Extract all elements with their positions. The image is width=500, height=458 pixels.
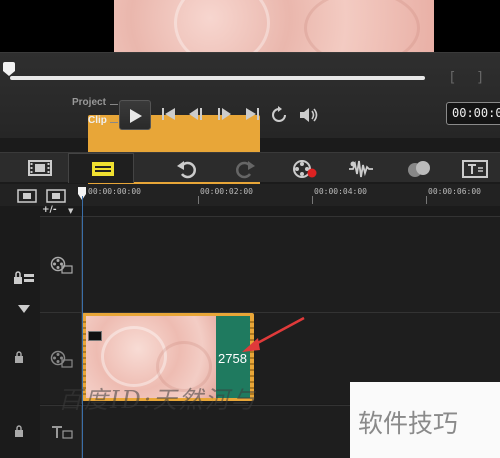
view-toolbar bbox=[0, 152, 500, 183]
timeline-ruler[interactable]: 00:00:00:00 00:00:02:00 00:00:04:00 00:0… bbox=[0, 184, 500, 206]
next-frame-button[interactable] bbox=[214, 106, 234, 124]
redo-button[interactable] bbox=[230, 153, 260, 183]
scrub-bar[interactable] bbox=[10, 76, 425, 80]
transitions-button[interactable] bbox=[404, 153, 434, 183]
step-forward-icon bbox=[218, 108, 231, 120]
undo-button[interactable] bbox=[172, 153, 202, 183]
repeat-button[interactable] bbox=[270, 106, 290, 124]
record-capture-button[interactable] bbox=[290, 153, 320, 183]
overlay-lock-icon[interactable] bbox=[14, 348, 24, 367]
undo-icon bbox=[177, 161, 196, 179]
video-track-header[interactable] bbox=[40, 217, 82, 312]
clip-type-badge bbox=[88, 331, 102, 341]
ruler-tick bbox=[426, 196, 427, 204]
audio-wave-icon bbox=[349, 160, 373, 178]
ruler-label: 00:00:06:00 bbox=[428, 187, 481, 196]
mode-connector bbox=[110, 122, 118, 123]
lock-all-icon[interactable] bbox=[13, 270, 35, 289]
title-track-icon bbox=[52, 426, 73, 439]
skip-end-icon bbox=[246, 108, 259, 120]
track-manager-icon[interactable] bbox=[17, 188, 37, 207]
ruler-ticks: 00:00:00:00 00:00:02:00 00:00:04:00 00:0… bbox=[82, 184, 500, 206]
project-mode-label[interactable]: Project bbox=[72, 97, 106, 108]
play-button[interactable] bbox=[119, 100, 151, 130]
play-icon bbox=[130, 109, 142, 123]
film-strip-icon bbox=[28, 160, 52, 176]
lock-icon bbox=[15, 351, 23, 363]
film-strip-icon bbox=[17, 189, 37, 203]
preview-window bbox=[0, 0, 500, 52]
volume-button[interactable] bbox=[298, 106, 318, 124]
video-track-icon bbox=[50, 256, 73, 274]
step-back-icon bbox=[189, 108, 202, 120]
title-text-icon bbox=[462, 160, 488, 178]
home-button[interactable] bbox=[160, 106, 180, 124]
redo-icon bbox=[236, 161, 255, 179]
video-track bbox=[40, 216, 500, 312]
expand-tracks-icon[interactable] bbox=[18, 298, 30, 317]
add-remove-dropdown-icon[interactable]: ▼ bbox=[68, 207, 73, 215]
skip-start-icon bbox=[162, 108, 175, 120]
ruler-label: 00:00:00:00 bbox=[88, 187, 141, 196]
watermark-badge-text: 软件技巧 bbox=[358, 409, 459, 438]
sound-mixer-button[interactable] bbox=[346, 153, 376, 183]
overlap-circles-icon bbox=[408, 161, 430, 177]
mark-out-bracket[interactable]: ] bbox=[476, 70, 484, 86]
previous-frame-button[interactable] bbox=[187, 106, 207, 124]
track-side-panel bbox=[0, 206, 40, 458]
video-track-area[interactable] bbox=[82, 217, 500, 312]
title-button[interactable] bbox=[460, 153, 490, 183]
add-remove-track-button[interactable]: +/- bbox=[42, 205, 57, 215]
watermark-badge: 软件技巧 bbox=[350, 382, 500, 458]
player-controls: [ ] Project Clip 00:00:0 bbox=[0, 52, 500, 203]
timeline-view-button[interactable] bbox=[68, 153, 134, 183]
film-reel-record-icon bbox=[293, 160, 317, 178]
storyboard-view-button[interactable] bbox=[18, 153, 62, 183]
playhead-line bbox=[82, 196, 83, 458]
timeline-icon bbox=[92, 162, 114, 176]
ruler-label: 00:00:02:00 bbox=[200, 187, 253, 196]
watermark-overlay-text: 百度ID:天然河与 bbox=[58, 386, 257, 414]
overlay-track-icon bbox=[50, 350, 73, 368]
title-lock-icon[interactable] bbox=[14, 422, 24, 441]
film-strip-icon bbox=[46, 189, 66, 203]
ruler-tick bbox=[198, 196, 199, 204]
speaker-icon bbox=[300, 108, 318, 122]
repeat-icon bbox=[272, 106, 286, 122]
mode-connector bbox=[110, 104, 118, 105]
lock-ripple-icon bbox=[14, 271, 34, 284]
lock-icon bbox=[15, 425, 23, 437]
ruler-label: 00:00:04:00 bbox=[314, 187, 367, 196]
timecode-display[interactable]: 00:00:0 bbox=[446, 102, 500, 125]
annotation-arrow bbox=[242, 316, 305, 352]
triangle-down-icon bbox=[18, 305, 30, 313]
mark-in-bracket[interactable]: [ bbox=[448, 70, 456, 86]
end-button[interactable] bbox=[243, 106, 263, 124]
ruler-tick bbox=[312, 196, 313, 204]
preview-image bbox=[114, 0, 434, 52]
